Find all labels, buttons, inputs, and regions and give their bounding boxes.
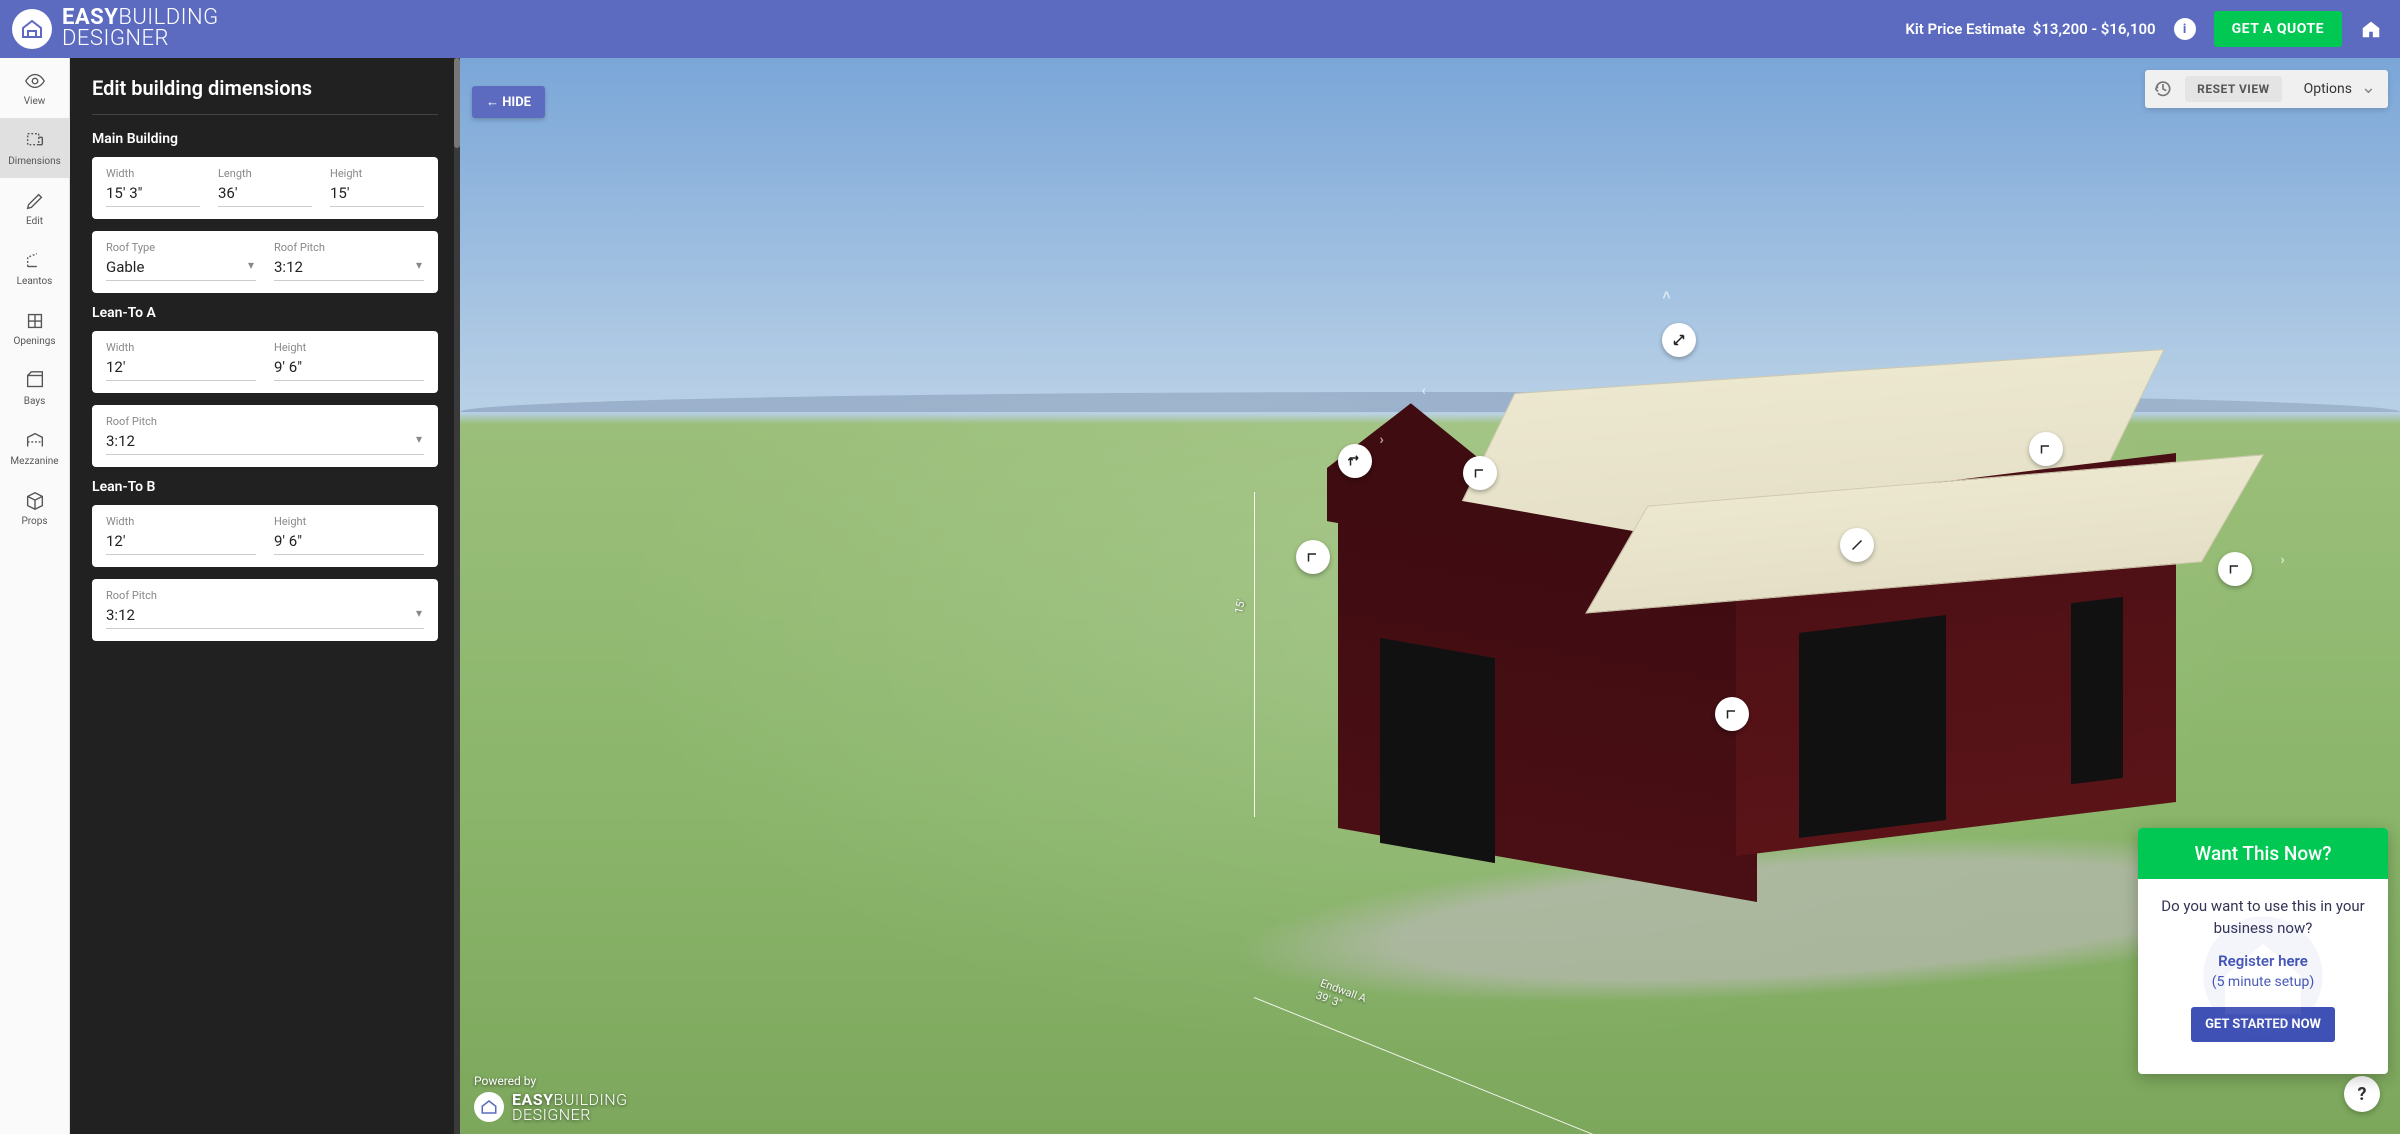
walk-door <box>2071 597 2123 784</box>
main-building-dims-card: Width 15' 3" Length 36' Height 15' <box>92 157 438 219</box>
leanto-b-height-field[interactable]: Height 9' 6" <box>274 515 424 555</box>
dimensions-icon <box>24 130 46 152</box>
leanto-a-dims-card: Width 12' Height 9' 6" <box>92 331 438 393</box>
rail-leantos[interactable]: Leantos <box>0 238 69 298</box>
3d-viewport[interactable]: ← HIDE RESET VIEW Options 15' E <box>460 58 2400 1134</box>
rail-openings[interactable]: Openings <box>0 298 69 358</box>
main-area: View Dimensions Edit Leantos Openings Ba… <box>0 58 2400 1134</box>
diagonal-arrow-icon <box>1848 536 1866 554</box>
resize-handle-corner[interactable] <box>1338 444 1372 478</box>
view-controls-bar: RESET VIEW Options <box>2145 70 2388 108</box>
hide-panel-button[interactable]: ← HIDE <box>472 86 545 118</box>
corner-arrow-icon <box>1304 548 1322 566</box>
watermark-icon <box>2138 879 2388 1075</box>
eye-icon <box>24 70 46 92</box>
divider <box>92 114 438 115</box>
mezzanine-icon <box>24 430 46 452</box>
leanto-a-height-field[interactable]: Height 9' 6" <box>274 341 424 381</box>
corner-arrow-icon <box>1723 705 1741 723</box>
price-estimate: Kit Price Estimate $13,200 - $16,100 <box>1905 20 2155 38</box>
leanto-b-pitch-select[interactable]: Roof Pitch 3:12 <box>106 589 424 629</box>
panel-title: Edit building dimensions <box>92 76 438 100</box>
height-dim-line <box>1254 492 1255 817</box>
section-lean-to-b: Lean-To B <box>92 479 438 495</box>
rail-dimensions[interactable]: Dimensions <box>0 118 69 178</box>
resize-handle-diagonal[interactable] <box>1840 528 1874 562</box>
section-main-building: Main Building <box>92 131 438 147</box>
corner-arrow-icon <box>1346 452 1364 470</box>
drag-hint-icon: ‹ <box>1421 383 1425 399</box>
leanto-icon <box>24 250 46 272</box>
main-width-field[interactable]: Width 15' 3" <box>106 167 200 207</box>
brand-text: EASYBUILDING DESIGNER <box>62 8 219 50</box>
drag-hint-icon: ˄ <box>1662 287 1670 304</box>
rail-edit[interactable]: Edit <box>0 178 69 238</box>
main-building-roof-card: Roof Type Gable Roof Pitch 3:12 <box>92 231 438 293</box>
leanto-a-roof-card: Roof Pitch 3:12 <box>92 405 438 467</box>
rail-mezzanine[interactable]: Mezzanine <box>0 418 69 478</box>
resize-handle-corner[interactable] <box>2218 552 2252 586</box>
resize-handle-corner[interactable] <box>1296 540 1330 574</box>
history-icon[interactable] <box>2153 79 2173 99</box>
leanto-a-width-field[interactable]: Width 12' <box>106 341 256 381</box>
drag-hint-icon: › <box>1380 432 1384 448</box>
pencil-icon <box>24 190 46 212</box>
get-quote-button[interactable]: GET A QUOTE <box>2214 11 2342 47</box>
home-icon[interactable] <box>2360 18 2382 40</box>
promo-card: Want This Now? Do you want to use this i… <box>2138 828 2388 1075</box>
leanto-b-roof-card: Roof Pitch 3:12 <box>92 579 438 641</box>
house-icon <box>20 17 44 41</box>
main-length-field[interactable]: Length 36' <box>218 167 312 207</box>
tool-rail: View Dimensions Edit Leantos Openings Ba… <box>0 58 70 1134</box>
brand-logo-icon <box>12 9 52 49</box>
garage-door-left <box>1380 638 1495 863</box>
brand-logo-icon <box>474 1092 504 1122</box>
roof-type-select[interactable]: Roof Type Gable <box>106 241 256 281</box>
rail-props[interactable]: Props <box>0 478 69 538</box>
promo-title: Want This Now? <box>2138 828 2388 879</box>
garage-door-right <box>1799 615 1946 838</box>
diagonal-arrow-icon <box>1670 331 1688 349</box>
info-icon[interactable]: i <box>2174 18 2196 40</box>
section-lean-to-a: Lean-To A <box>92 305 438 321</box>
reset-view-button[interactable]: RESET VIEW <box>2185 76 2281 102</box>
roof-pitch-select[interactable]: Roof Pitch 3:12 <box>274 241 424 281</box>
corner-arrow-icon <box>1471 464 1489 482</box>
app-header: EASYBUILDING DESIGNER Kit Price Estimate… <box>0 0 2400 58</box>
cube-icon <box>24 490 46 512</box>
leanto-a-pitch-select[interactable]: Roof Pitch 3:12 <box>106 415 424 455</box>
brand-logo: EASYBUILDING DESIGNER <box>12 8 219 50</box>
window-icon <box>24 310 46 332</box>
corner-arrow-icon <box>2226 560 2244 578</box>
rail-bays[interactable]: Bays <box>0 358 69 418</box>
edit-panel: Edit building dimensions Main Building W… <box>70 58 460 1134</box>
powered-by: Powered by EASYBUILDINGDESIGNER <box>474 1074 628 1122</box>
leanto-b-dims-card: Width 12' Height 9' 6" <box>92 505 438 567</box>
help-button[interactable]: ? <box>2344 1076 2380 1112</box>
main-height-field[interactable]: Height 15' <box>330 167 424 207</box>
leanto-b-width-field[interactable]: Width 12' <box>106 515 256 555</box>
corner-arrow-icon <box>2037 440 2055 458</box>
bays-icon <box>24 370 46 392</box>
drag-hint-icon: › <box>2280 552 2284 568</box>
rail-view[interactable]: View <box>0 58 69 118</box>
resize-handle-diagonal[interactable] <box>1662 323 1696 357</box>
resize-handle-corner[interactable] <box>1463 456 1497 490</box>
options-dropdown[interactable]: Options <box>2294 77 2380 101</box>
